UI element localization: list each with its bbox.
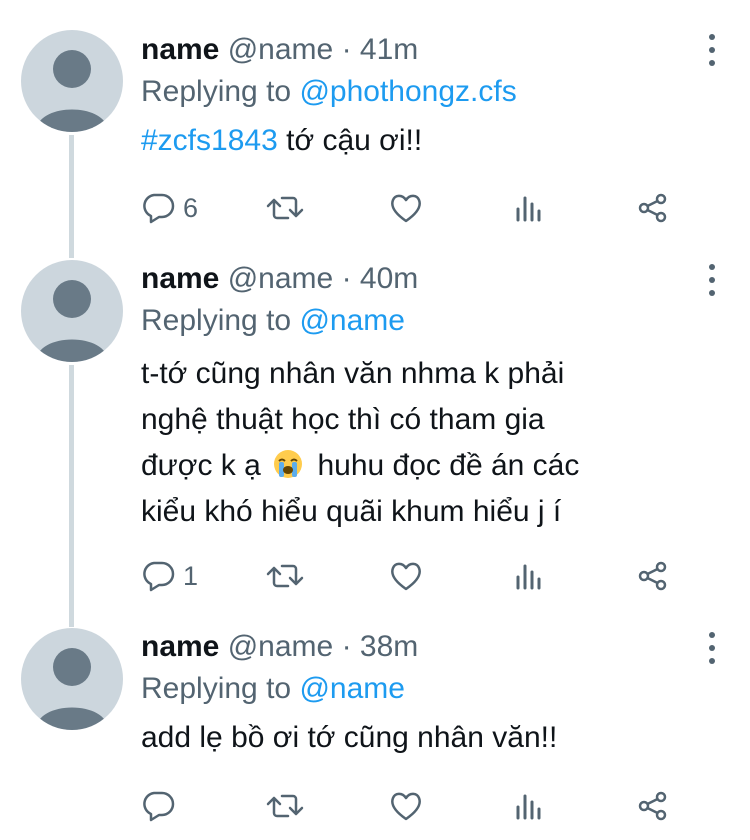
display-name[interactable]: name [141, 630, 219, 663]
mention-link[interactable]: @name [299, 672, 405, 705]
avatar[interactable] [21, 628, 123, 730]
retweet-button[interactable] [265, 790, 335, 822]
share-icon [638, 791, 667, 821]
replying-label: Replying to [141, 672, 292, 705]
retweet-icon [266, 794, 304, 818]
tweet-body: add lẹ bồ ơi tớ cũng nhân văn!! [141, 721, 558, 754]
share-button[interactable] [637, 790, 671, 822]
separator: · [341, 630, 352, 663]
tweet-text: add lẹ bồ ơi tớ cũng nhân văn!! [141, 715, 690, 761]
like-button[interactable] [389, 790, 459, 822]
timestamp[interactable]: 38m [360, 630, 418, 663]
reply-button[interactable] [141, 790, 211, 822]
views-icon [516, 794, 541, 820]
tweet-header: name @name · 38m [141, 627, 690, 667]
action-bar [141, 786, 671, 826]
tweet[interactable]: name @name · 38m Replying to @name add l… [0, 0, 750, 840]
like-icon [391, 792, 421, 821]
reply-icon [143, 791, 175, 822]
replying-to: Replying to @name [141, 669, 690, 709]
views-button[interactable] [513, 790, 583, 822]
handle[interactable]: @name [228, 630, 334, 663]
more-icon[interactable] [704, 628, 720, 668]
default-avatar-icon [36, 648, 108, 730]
